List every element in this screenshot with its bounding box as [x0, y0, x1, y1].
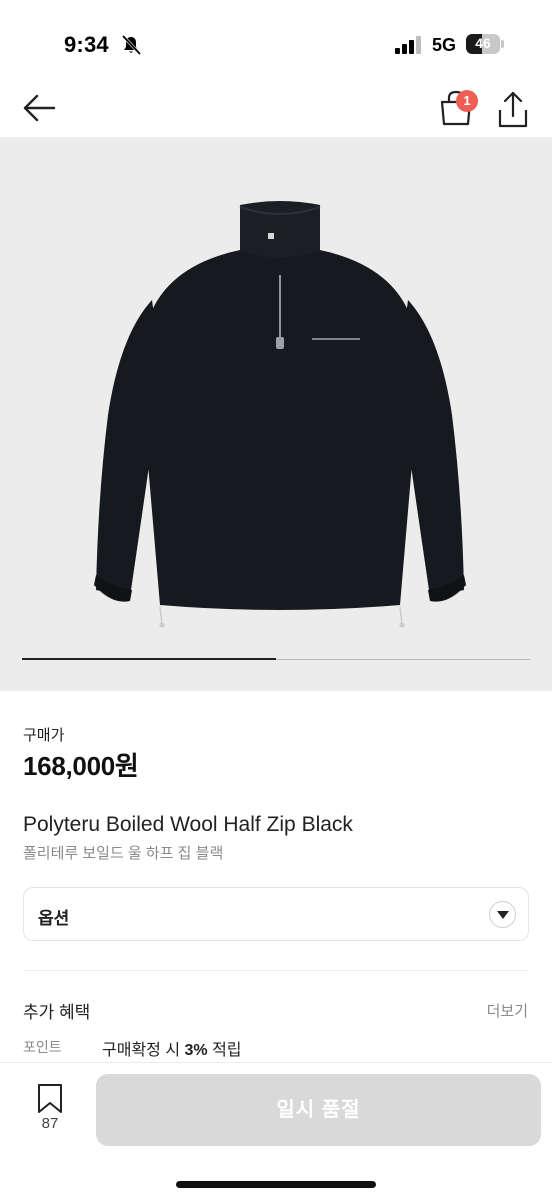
product-price: 168,000원	[23, 751, 139, 781]
option-select-label: 옵션	[38, 909, 70, 928]
product-photo-half-zip-jacket	[94, 201, 466, 628]
chevron-down-icon	[489, 901, 516, 928]
benefits-title: 추가 혜택	[23, 1003, 91, 1022]
bookmark-count: 87	[41, 1115, 59, 1132]
product-name-korean: 폴리테루 보일드 울 하프 집 블랙	[23, 845, 224, 862]
carousel-progress-bar	[22, 658, 276, 660]
battery-icon: 46	[466, 34, 504, 54]
home-indicator	[176, 1181, 376, 1188]
status-time: 9:34	[64, 32, 109, 57]
status-bar: 9:34 5G 46	[0, 0, 552, 80]
product-image-carousel[interactable]	[0, 137, 552, 691]
section-divider	[23, 970, 529, 971]
network-type: 5G	[432, 35, 457, 55]
bookmark-icon	[38, 1084, 62, 1113]
bookmark-button[interactable]: 87	[30, 1083, 70, 1143]
point-prefix: 구매확정 시	[102, 1042, 185, 1059]
option-select[interactable]: 옵션	[23, 887, 529, 941]
back-arrow-icon[interactable]	[20, 90, 60, 126]
point-suffix: 적립	[207, 1042, 242, 1059]
point-rate: 3%	[184, 1042, 208, 1059]
price-label: 구매가	[23, 727, 65, 744]
benefits-more-link[interactable]: 더보기	[487, 1000, 528, 1021]
cellular-signal-icon	[395, 36, 421, 54]
point-label: 포인트	[23, 1039, 62, 1055]
bell-off-icon	[121, 34, 142, 56]
battery-percentage: 46	[475, 35, 491, 51]
top-nav-bar: 1	[0, 80, 552, 136]
cart-count-badge: 1	[456, 90, 478, 112]
bottom-action-bar: 87 일시 품절	[0, 1062, 552, 1200]
point-description: 구매확정 시 3% 적립	[102, 1036, 242, 1060]
share-icon[interactable]	[494, 90, 532, 130]
sold-out-button[interactable]: 일시 품절	[96, 1074, 541, 1146]
product-name: Polyteru Boiled Wool Half Zip Black	[23, 813, 353, 836]
image-carousel-indicator	[22, 658, 530, 660]
